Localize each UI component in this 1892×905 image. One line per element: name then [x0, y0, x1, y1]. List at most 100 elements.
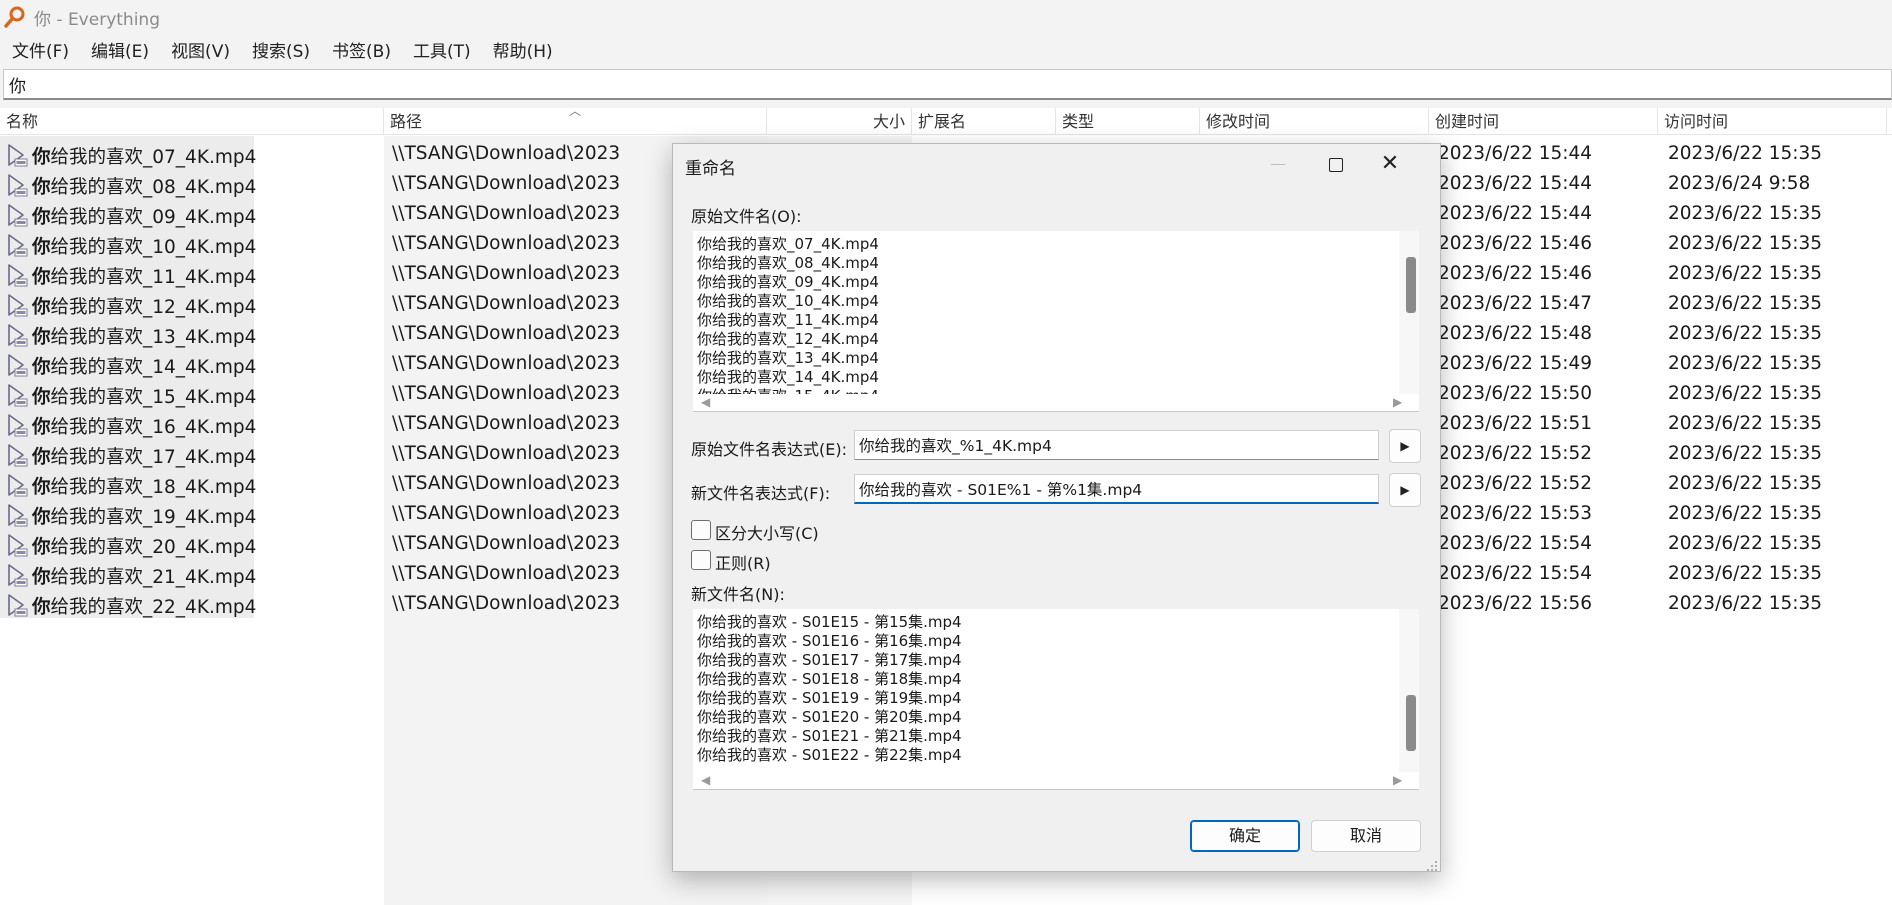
accessed-time: 2023/6/22 15:35	[1668, 563, 1823, 584]
created-time: 2023/6/22 15:49	[1438, 353, 1593, 374]
match-highlight: 你	[32, 237, 51, 258]
case-sensitive-checkbox[interactable]	[691, 520, 711, 540]
accessed-time: 2023/6/22 15:35	[1668, 263, 1823, 284]
scroll-thumb[interactable]	[1406, 695, 1416, 751]
scroll-thumb[interactable]	[1406, 257, 1416, 313]
file-name: 你给我的喜欢_20_4K.mp4	[32, 533, 256, 559]
list-item: 你给我的喜欢 - S01E22 - 第22集.mp4	[697, 746, 962, 764]
file-name: 你给我的喜欢_21_4K.mp4	[32, 563, 256, 589]
match-highlight: 你	[32, 597, 51, 618]
new-names-hscroll[interactable]: ◀ ▶	[693, 772, 1419, 790]
file-name-rest: 给我的喜欢_20_4K.mp4	[50, 537, 257, 558]
new-names-list[interactable]: 你给我的喜欢 - S01E15 - 第15集.mp4 你给我的喜欢 - S01E1…	[693, 609, 1399, 772]
resize-grip-icon[interactable]	[1426, 857, 1438, 871]
match-highlight: 你	[32, 177, 51, 198]
menu-view[interactable]: 视图(V)	[163, 37, 238, 62]
created-time: 2023/6/22 15:54	[1438, 563, 1593, 584]
regex-checkbox[interactable]	[691, 550, 711, 570]
file-name: 你给我的喜欢_22_4K.mp4	[32, 593, 256, 619]
new-expression-input[interactable]	[854, 474, 1379, 504]
accessed-time: 2023/6/22 15:35	[1668, 413, 1823, 434]
list-item: 你给我的喜欢 - S01E20 - 第20集.mp4	[697, 708, 962, 726]
file-name: 你给我的喜欢_12_4K.mp4	[32, 293, 256, 319]
file-path: \\TSANG\Download\2023	[392, 533, 621, 554]
close-button[interactable]: ✕	[1373, 150, 1407, 180]
menu-help[interactable]: 帮助(H)	[485, 37, 561, 62]
new-expression-menu-button[interactable]: ▶	[1389, 473, 1421, 507]
ok-button[interactable]: 确定	[1190, 820, 1300, 852]
file-path: \\TSANG\Download\2023	[392, 203, 621, 224]
search-input[interactable]	[3, 69, 1892, 100]
menu-edit[interactable]: 编辑(E)	[83, 37, 157, 62]
original-names-hscroll[interactable]: ◀ ▶	[693, 394, 1419, 412]
list-item: 你给我的喜欢_09_4K.mp4	[697, 273, 879, 291]
video-file-icon	[6, 533, 28, 557]
regex-label[interactable]: 正则(R)	[715, 550, 771, 574]
column-modified[interactable]: 修改时间	[1200, 108, 1429, 135]
accessed-time: 2023/6/22 15:35	[1668, 473, 1823, 494]
match-highlight: 你	[32, 537, 51, 558]
column-size[interactable]: 大小	[767, 108, 912, 135]
list-item: 你给我的喜欢 - S01E15 - 第15集.mp4	[697, 613, 962, 631]
created-time: 2023/6/22 15:46	[1438, 263, 1593, 284]
file-path: \\TSANG\Download\2023	[392, 563, 621, 584]
accessed-time: 2023/6/24 9:58	[1668, 173, 1811, 194]
file-path: \\TSANG\Download\2023	[392, 323, 621, 344]
menu-tools[interactable]: 工具(T)	[405, 37, 479, 62]
match-highlight: 你	[32, 447, 51, 468]
file-name-rest: 给我的喜欢_16_4K.mp4	[50, 417, 257, 438]
video-file-icon	[6, 233, 28, 257]
rename-dialog: 重命名 ✕ 原始文件名(O): 你给我的喜欢_07_4K.mp4 你给我的喜欢_0…	[672, 143, 1441, 872]
original-names-list[interactable]: 你给我的喜欢_07_4K.mp4 你给我的喜欢_08_4K.mp4 你给我的喜欢_0…	[693, 231, 1399, 394]
accessed-time: 2023/6/22 15:35	[1668, 353, 1823, 374]
scroll-left-icon[interactable]: ◀	[701, 395, 710, 409]
video-file-icon	[6, 413, 28, 437]
list-item: 你给我的喜欢 - S01E17 - 第17集.mp4	[697, 651, 962, 669]
cancel-button[interactable]: 取消	[1311, 820, 1421, 852]
file-name-rest: 给我的喜欢_10_4K.mp4	[50, 237, 257, 258]
file-path: \\TSANG\Download\2023	[392, 593, 621, 614]
created-time: 2023/6/22 15:51	[1438, 413, 1593, 434]
created-time: 2023/6/22 15:52	[1438, 443, 1593, 464]
maximize-button[interactable]	[1318, 150, 1352, 180]
scroll-right-icon[interactable]: ▶	[1393, 395, 1402, 409]
column-extension[interactable]: 扩展名	[912, 108, 1056, 135]
match-highlight: 你	[32, 387, 51, 408]
original-expression-menu-button[interactable]: ▶	[1389, 429, 1421, 463]
new-expression-label: 新文件名表达式(F):	[691, 484, 831, 503]
video-file-icon	[6, 263, 28, 287]
scroll-right-icon[interactable]: ▶	[1393, 773, 1402, 787]
video-file-icon	[6, 563, 28, 587]
column-name[interactable]: 名称	[0, 108, 384, 135]
column-created[interactable]: 创建时间	[1429, 108, 1658, 135]
menu-file[interactable]: 文件(F)	[4, 37, 77, 62]
sort-ascending-icon: ︿	[569, 104, 582, 118]
created-time: 2023/6/22 15:44	[1438, 203, 1593, 224]
file-name: 你给我的喜欢_10_4K.mp4	[32, 233, 256, 259]
accessed-time: 2023/6/22 15:35	[1668, 503, 1823, 524]
original-names-vscroll[interactable]	[1399, 231, 1419, 394]
minimize-icon	[1261, 149, 1295, 179]
file-name: 你给我的喜欢_13_4K.mp4	[32, 323, 256, 349]
accessed-time: 2023/6/22 15:35	[1668, 533, 1823, 554]
video-file-icon	[6, 173, 28, 197]
file-path: \\TSANG\Download\2023	[392, 263, 621, 284]
new-names-vscroll[interactable]	[1399, 609, 1419, 772]
column-accessed[interactable]: 访问时间	[1658, 108, 1887, 135]
menu-bookmarks[interactable]: 书签(B)	[324, 37, 399, 62]
everything-app-icon	[4, 6, 26, 28]
case-sensitive-label[interactable]: 区分大小写(C)	[715, 520, 819, 544]
original-expression-input[interactable]	[854, 430, 1379, 460]
video-file-icon	[6, 593, 28, 617]
file-path: \\TSANG\Download\2023	[392, 353, 621, 374]
file-name-rest: 给我的喜欢_08_4K.mp4	[50, 177, 257, 198]
scroll-left-icon[interactable]: ◀	[701, 773, 710, 787]
video-file-icon	[6, 143, 28, 167]
video-file-icon	[6, 203, 28, 227]
match-highlight: 你	[32, 267, 51, 288]
file-path: \\TSANG\Download\2023	[392, 233, 621, 254]
original-names-label: 原始文件名(O):	[691, 207, 802, 226]
file-path: \\TSANG\Download\2023	[392, 503, 621, 524]
column-type[interactable]: 类型	[1056, 108, 1200, 135]
menu-search[interactable]: 搜索(S)	[244, 37, 318, 62]
